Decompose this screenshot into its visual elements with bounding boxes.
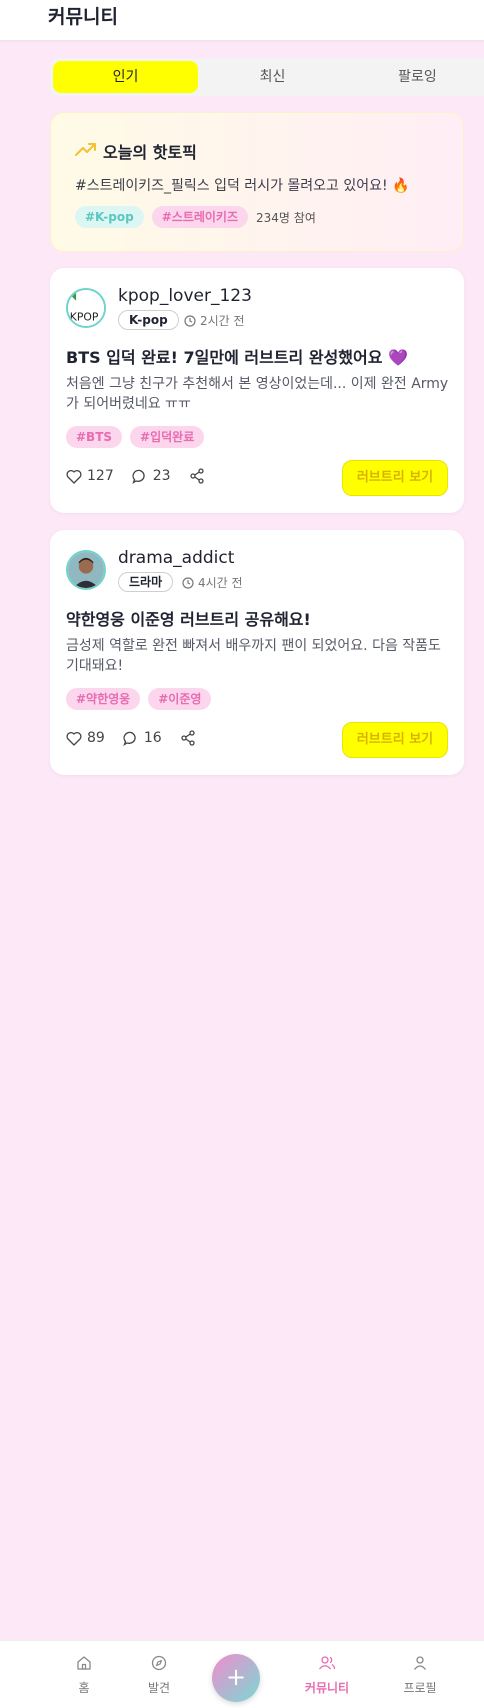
comment-button[interactable]: 23 xyxy=(132,468,171,484)
nav-home[interactable]: 홈 xyxy=(54,1655,114,1696)
post-actions: 89 16 xyxy=(66,730,219,746)
tab-following[interactable]: 팔로잉 xyxy=(345,61,484,93)
view-lovetree-button[interactable]: 러브트리 보기 xyxy=(342,460,448,496)
tag-lee-junyoung[interactable]: #이준영 xyxy=(148,688,212,710)
time-label: 2시간 전 xyxy=(200,314,245,328)
comment-count: 23 xyxy=(152,468,171,484)
avatar[interactable] xyxy=(66,550,106,590)
tag-kpop[interactable]: #K-pop xyxy=(75,206,144,228)
nav-community[interactable]: 커뮤니티 xyxy=(297,1655,357,1696)
like-button[interactable]: 127 xyxy=(66,468,114,484)
tab-popular[interactable]: 인기 xyxy=(53,61,198,93)
tag-bts[interactable]: #BTS xyxy=(66,426,123,448)
share-icon xyxy=(189,468,204,484)
post-title[interactable]: 약한영웅 이준영 러브트리 공유해요! xyxy=(66,606,311,630)
comment-count: 16 xyxy=(143,730,162,746)
category-badge: 드라마 xyxy=(118,572,174,592)
post-time: 2시간 전 xyxy=(184,312,245,329)
share-icon xyxy=(181,730,195,746)
comment-icon xyxy=(132,469,145,484)
clock-icon xyxy=(184,314,196,327)
time-label: 4시간 전 xyxy=(198,576,243,590)
post-body: 금성제 역할로 완전 빠져서 배우까지 팬이 되었어요. 다음 작품도 기대돼요… xyxy=(66,638,441,674)
tag-fan-complete[interactable]: #입덕완료 xyxy=(130,426,205,448)
post-time: 4시간 전 xyxy=(182,574,243,591)
comment-icon xyxy=(123,731,136,746)
nav-discover-label: 발견 xyxy=(147,1681,171,1695)
user-icon xyxy=(413,1656,427,1670)
like-count: 89 xyxy=(87,730,105,746)
participant-count: 234명 참여 xyxy=(256,210,316,225)
users-icon xyxy=(319,1656,336,1670)
username[interactable]: drama_addict xyxy=(118,548,234,568)
comment-button[interactable]: 16 xyxy=(123,730,162,746)
username[interactable]: kpop_lover_123 xyxy=(118,286,252,306)
tag-weak-hero[interactable]: #약한영웅 xyxy=(66,688,141,710)
create-post-button[interactable]: + xyxy=(212,1654,260,1702)
hot-topic-tags: #K-pop #스트레이키즈 234명 참여 xyxy=(75,205,316,229)
hot-topic-card[interactable]: 오늘의 핫토픽 #스트레이키즈_필릭스 입덕 러시가 몰려오고 있어요! 🔥 #… xyxy=(50,112,464,252)
post-tags: #BTS #입덕완료 xyxy=(66,426,212,448)
page-title: 커뮤니티 xyxy=(48,6,118,28)
share-button[interactable] xyxy=(189,468,210,484)
nav-discover[interactable]: 발견 xyxy=(129,1655,189,1696)
heart-icon xyxy=(66,731,82,746)
avatar[interactable]: KPOP xyxy=(66,288,106,328)
like-button[interactable]: 89 xyxy=(66,730,105,746)
post-card[interactable]: drama_addict 드라마 4시간 전 약한영웅 이준영 러브트리 공유해… xyxy=(50,530,464,775)
post-actions: 127 23 xyxy=(66,468,228,484)
nav-profile[interactable]: 프로필 xyxy=(390,1655,450,1696)
nav-home-label: 홈 xyxy=(78,1681,90,1695)
heart-icon xyxy=(66,469,82,484)
nav-community-label: 커뮤니티 xyxy=(304,1681,350,1695)
app-header: 커뮤니티 xyxy=(0,0,484,40)
avatar-photo xyxy=(68,552,104,588)
sort-tabs: 인기 최신 팔로잉 xyxy=(50,58,484,96)
home-icon xyxy=(77,1656,91,1670)
post-card[interactable]: KPOP kpop_lover_123 K-pop 2시간 전 BTS 입덕 완… xyxy=(50,268,464,513)
like-count: 127 xyxy=(87,468,114,484)
category-badge: K-pop xyxy=(118,310,179,330)
post-tags: #약한영웅 #이준영 xyxy=(66,688,219,710)
hot-topic-text: #스트레이키즈_필릭스 입덕 러시가 몰려오고 있어요! 🔥 xyxy=(75,178,410,194)
view-lovetree-button[interactable]: 러브트리 보기 xyxy=(342,722,448,758)
tab-latest[interactable]: 최신 xyxy=(200,61,345,93)
hot-topic-title: 오늘의 핫토픽 xyxy=(103,143,197,162)
nav-profile-label: 프로필 xyxy=(403,1681,437,1695)
compass-icon xyxy=(151,1655,167,1671)
share-button[interactable] xyxy=(180,730,201,746)
tag-straykids[interactable]: #스트레이키즈 xyxy=(151,206,249,228)
svg-text:KPOP: KPOP xyxy=(70,311,99,324)
clock-icon xyxy=(182,576,194,589)
post-body: 처음엔 그냥 친구가 추천해서 본 영상이었는데... 이제 완전 Army가 … xyxy=(66,376,449,412)
trending-up-icon xyxy=(75,143,96,156)
post-title[interactable]: BTS 입덕 완료! 7일만에 러브트리 완성했어요 💜 xyxy=(66,344,408,368)
broken-image-icon: KPOP xyxy=(68,290,104,326)
